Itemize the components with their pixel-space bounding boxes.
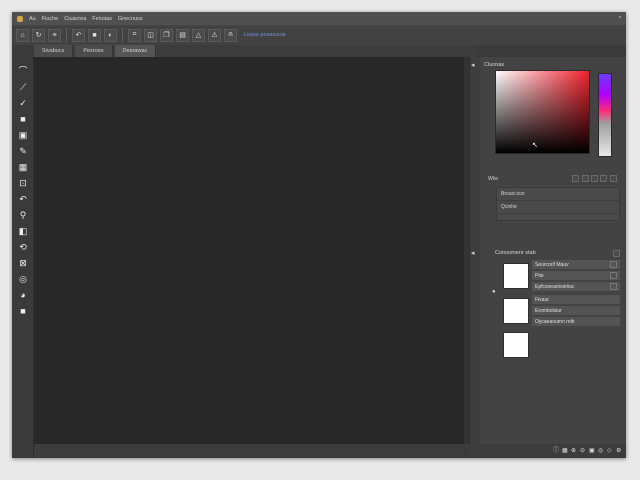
collapse-icon[interactable]: ◂: [471, 60, 475, 70]
app-logo: [17, 15, 23, 22]
panel-menu-icon[interactable]: [613, 250, 620, 257]
fit-icon[interactable]: ▣: [589, 448, 595, 454]
transform-tool-icon[interactable]: ⊡: [17, 177, 29, 189]
menu-item-1[interactable]: Au: [29, 16, 36, 22]
refresh-icon[interactable]: ↻: [32, 28, 45, 42]
hue-slider[interactable]: [598, 73, 612, 157]
layer-label: Epfcsoeannoiriiac: [535, 283, 575, 290]
menu-item-4[interactable]: Fenoias: [92, 16, 112, 22]
grid-icon[interactable]: ▦: [562, 448, 568, 454]
menu-item-3[interactable]: Ciuacrea: [64, 16, 86, 22]
canvas-area[interactable]: [34, 57, 464, 444]
doc-icon[interactable]: ▤: [176, 28, 189, 42]
tab-dearawac[interactable]: Dearawac: [114, 45, 157, 57]
warning-icon[interactable]: ⚠: [208, 28, 221, 42]
layer-thumbnail[interactable]: [503, 298, 529, 324]
menu-item-2[interactable]: Fiuche: [42, 16, 59, 22]
layer-label: Oycaeaoumn roib: [535, 318, 575, 325]
layer-label: Seurcorif Mauv: [535, 261, 569, 268]
right-dock: ◂ Cluonas ↖ Wke Brouoi:sce Qcinhe ◂ Cooo…: [469, 57, 626, 458]
document-tabs: Sivabucs Pesroes Dearawac: [34, 45, 477, 57]
person-icon[interactable]: ⍝: [224, 28, 237, 42]
home-icon[interactable]: ⌂: [16, 28, 29, 42]
visibility-icon[interactable]: [610, 283, 617, 290]
link-icon[interactable]: [591, 175, 598, 182]
tools-panel: ⌒ ⟋ ✓ ■ ▣ ✎ ▦ ⊡ ↶ ⚲ ◧ ⟲ ⊠ ◎ ◕ ■: [12, 57, 34, 458]
eyedropper-tool-icon[interactable]: ⚲: [17, 209, 29, 221]
snap-icon[interactable]: ◎: [598, 448, 604, 454]
undo-icon[interactable]: ↶: [72, 28, 85, 42]
close-icon[interactable]: ▫: [619, 14, 621, 21]
tab-pesroes[interactable]: Pesroes: [75, 45, 113, 57]
curve-tool-icon[interactable]: ⌒: [17, 65, 29, 77]
layer-label: Fivaur.: [535, 296, 551, 303]
clone-tool-icon[interactable]: ◎: [17, 273, 29, 285]
layer-label: Erombolsiur: [535, 307, 562, 314]
info-icon[interactable]: ⓘ: [553, 448, 559, 454]
zoom-in-icon[interactable]: ⊕: [571, 448, 577, 454]
layers-panel-title: Coooomenr stab: [495, 250, 536, 256]
picker-icon[interactable]: ↖: [532, 142, 538, 149]
color-options-list: Brouoi:sce Qcinhe: [496, 187, 620, 221]
layer-row[interactable]: Oycaeaoumn roib: [532, 317, 620, 326]
menu-icon[interactable]: [600, 175, 607, 182]
fill-tool-icon[interactable]: ■: [17, 305, 29, 317]
paint-tool-icon[interactable]: ◕: [17, 289, 29, 301]
toolbar-separator: [122, 28, 123, 42]
pen-tool-icon[interactable]: ✎: [17, 145, 29, 157]
layer-row[interactable]: Fivaur.: [532, 295, 620, 304]
hex-label: Wke: [488, 175, 498, 182]
toolbar-separator: [66, 28, 67, 42]
status-bar: ⓘ ▦ ⊕ ⊖ ▣ ◎ ◇ ⚙: [469, 444, 626, 458]
visibility-icon[interactable]: [610, 272, 617, 279]
visibility-icon[interactable]: [610, 261, 617, 268]
stop-icon[interactable]: ■: [88, 28, 101, 42]
triangle-icon[interactable]: △: [192, 28, 205, 42]
app-window: Au Fiuche Ciuacrea Fenoias Gnecnuss ▫ ⌂ …: [12, 12, 626, 458]
menu-item-5[interactable]: Gnecnuss: [118, 16, 143, 22]
color-panel-title: Cluonas: [484, 62, 505, 68]
layer-thumbnail[interactable]: [503, 332, 529, 358]
active-layer-marker: ●: [492, 289, 496, 295]
shape-tool-icon[interactable]: ◧: [17, 225, 29, 237]
eyedrop-icon[interactable]: [582, 175, 589, 182]
brush-tool-icon[interactable]: ⟋: [17, 81, 29, 93]
layer-label: Pite: [535, 272, 544, 279]
swap-icon[interactable]: [572, 175, 579, 182]
tab-sivabucs[interactable]: Sivabucs: [34, 45, 74, 57]
drop-icon[interactable]: ◐: [104, 28, 117, 42]
horizontal-scrollbar[interactable]: [34, 444, 464, 458]
list-item[interactable]: Qcinhe: [497, 201, 619, 214]
zoom-tool-icon[interactable]: ⊠: [17, 257, 29, 269]
layer-row[interactable]: Pite: [532, 271, 620, 280]
layer-row[interactable]: Erombolsiur: [532, 306, 620, 315]
options-toolbar: ⌂ ↻ ≡ ↶ ■ ◐ ⌗ ◫ ❐ ▤ △ ⚠ ⍝ Lease pceasuca…: [12, 25, 626, 45]
options-icon[interactable]: [610, 175, 617, 182]
layer-row[interactable]: Seurcorif Mauv: [532, 260, 620, 269]
gradient-tool-icon[interactable]: ▦: [17, 161, 29, 173]
warn-icon[interactable]: ◇: [607, 448, 613, 454]
zoom-out-icon[interactable]: ⊖: [580, 448, 586, 454]
menu-bar: Au Fiuche Ciuacrea Fenoias Gnecnuss ▫: [12, 12, 626, 25]
settings-icon[interactable]: ⚙: [616, 448, 622, 454]
options-label[interactable]: Lease pceasucar: [244, 32, 286, 38]
list-icon[interactable]: ≡: [48, 28, 61, 42]
copy-icon[interactable]: ❐: [160, 28, 173, 42]
layer-thumbnail[interactable]: [503, 263, 529, 289]
rect-tool-icon[interactable]: ■: [17, 113, 29, 125]
list-item[interactable]: Brouoi:sce: [497, 188, 619, 201]
image-tool-icon[interactable]: ▣: [17, 129, 29, 141]
crop-icon[interactable]: ⌗: [128, 28, 141, 42]
color-field[interactable]: ↖: [495, 70, 590, 154]
layer-row[interactable]: Epfcsoeannoiriiac: [532, 282, 620, 291]
layers-icon[interactable]: ◫: [144, 28, 157, 42]
rotate-tool-icon[interactable]: ⟲: [17, 241, 29, 253]
lasso-tool-icon[interactable]: ↶: [17, 193, 29, 205]
check-tool-icon[interactable]: ✓: [17, 97, 29, 109]
collapse-icon[interactable]: ◂: [471, 248, 475, 258]
